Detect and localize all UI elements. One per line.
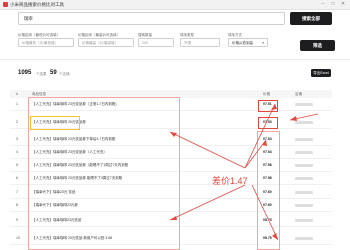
arrow-to-product-list — [169, 131, 246, 169]
price-difference-annotation: 差价1.47 — [212, 176, 248, 186]
arrowhead-lower-rows — [170, 216, 177, 220]
arrow-to-bottom-price — [251, 184, 279, 241]
arrow-to-lower-rows — [169, 184, 246, 221]
annotation-arrows — [169, 103, 319, 241]
arrowhead-lowest-price — [271, 104, 277, 110]
arrowhead-from-right — [290, 116, 297, 121]
arrowhead-bottom-price — [272, 233, 278, 240]
arrowhead-price-column — [262, 140, 267, 146]
arrow-to-lowest-price — [244, 103, 276, 169]
